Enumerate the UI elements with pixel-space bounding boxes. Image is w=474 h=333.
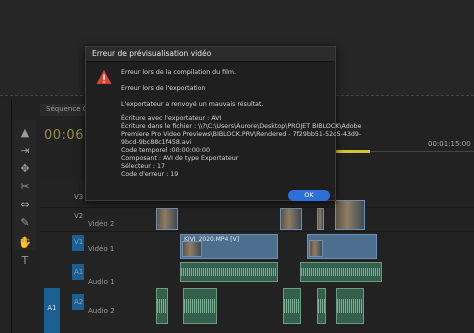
audio-clip[interactable] bbox=[156, 288, 168, 324]
error-line: Code temporel :00:00:00:00 bbox=[121, 147, 211, 154]
error-line: Écriture dans le fichier : \\?\C:\Users\… bbox=[121, 123, 362, 130]
ripple-edit-icon[interactable]: ✥ bbox=[18, 162, 32, 176]
error-line: Erreur lors de la compilation du film. bbox=[121, 69, 237, 76]
audio-clip[interactable] bbox=[283, 288, 301, 324]
clip-thumbnail bbox=[309, 240, 323, 257]
error-line: 9bcd-9bc88c1f458.avi bbox=[121, 139, 192, 146]
track-a1-label: A1 bbox=[74, 268, 84, 276]
left-gutter bbox=[0, 100, 12, 333]
slip-tool-icon[interactable]: ⇔ bbox=[18, 198, 32, 212]
track-select-icon[interactable]: ⇥ bbox=[18, 144, 32, 158]
tools-panel: ▲ ⇥ ✥ ✂ ⇔ ✎ ▭ bbox=[14, 120, 36, 250]
track-a2-label: A2 bbox=[74, 298, 84, 306]
track-v2-name: Vidéo 2 bbox=[88, 220, 115, 228]
ok-button[interactable]: OK bbox=[288, 190, 330, 201]
in-out-range[interactable] bbox=[334, 150, 370, 153]
track-v2-label: V2 bbox=[74, 212, 84, 220]
error-line: Sélecteur : 17 bbox=[121, 163, 166, 170]
clip-thumbnail bbox=[182, 241, 202, 257]
track-v1-label: V1 bbox=[74, 238, 84, 246]
track-a1-name: Audio 1 bbox=[88, 278, 115, 286]
track-a2-name: Audio 2 bbox=[88, 307, 115, 315]
error-line: Code d'erreur : 19 bbox=[121, 171, 179, 178]
audio-clip[interactable] bbox=[336, 288, 364, 324]
timeline-clip[interactable] bbox=[156, 208, 178, 230]
track-v3-label: V3 bbox=[74, 193, 84, 201]
pen-tool-icon[interactable]: ✎ bbox=[18, 216, 32, 230]
error-line: L'exportateur a renvoyé un mauvais résul… bbox=[121, 101, 264, 108]
error-line: Composant : AVI de type Exportateur bbox=[121, 155, 239, 162]
warning-icon bbox=[96, 70, 112, 84]
dialog-title-bar[interactable]: Erreur de prévisualisation vidéo bbox=[86, 47, 335, 62]
ruler-tick-label: 00:01:15:00 bbox=[428, 140, 471, 148]
type-tool-icon[interactable]: T bbox=[18, 254, 32, 268]
dialog-title: Erreur de prévisualisation vidéo bbox=[92, 49, 212, 58]
track-v1-name: Vidéo 1 bbox=[88, 245, 115, 253]
audio-clip[interactable] bbox=[317, 288, 326, 324]
timeline-clip[interactable] bbox=[317, 208, 324, 230]
error-line: Erreur lors de l'exportation bbox=[121, 85, 206, 92]
selection-tool-icon[interactable]: ▲ bbox=[18, 126, 32, 140]
timeline-clip[interactable] bbox=[280, 208, 302, 230]
hand-tool-icon[interactable]: ✋ bbox=[18, 236, 32, 250]
razor-tool-icon[interactable]: ✂ bbox=[18, 180, 32, 194]
source-a1-patch[interactable]: A1 bbox=[44, 288, 60, 333]
audio-clip[interactable] bbox=[183, 288, 217, 324]
preview-error-dialog: Erreur de prévisualisation vidéo Erreur … bbox=[85, 46, 362, 201]
error-line: Premiere Pro Video Previews\BIBLOCK.PRV\… bbox=[121, 131, 362, 138]
audio-clip[interactable] bbox=[180, 262, 278, 282]
timeline-clip[interactable] bbox=[335, 200, 365, 230]
audio-clip[interactable] bbox=[300, 262, 382, 282]
error-line: Écriture avec l'exportateur : AVI bbox=[121, 115, 222, 122]
